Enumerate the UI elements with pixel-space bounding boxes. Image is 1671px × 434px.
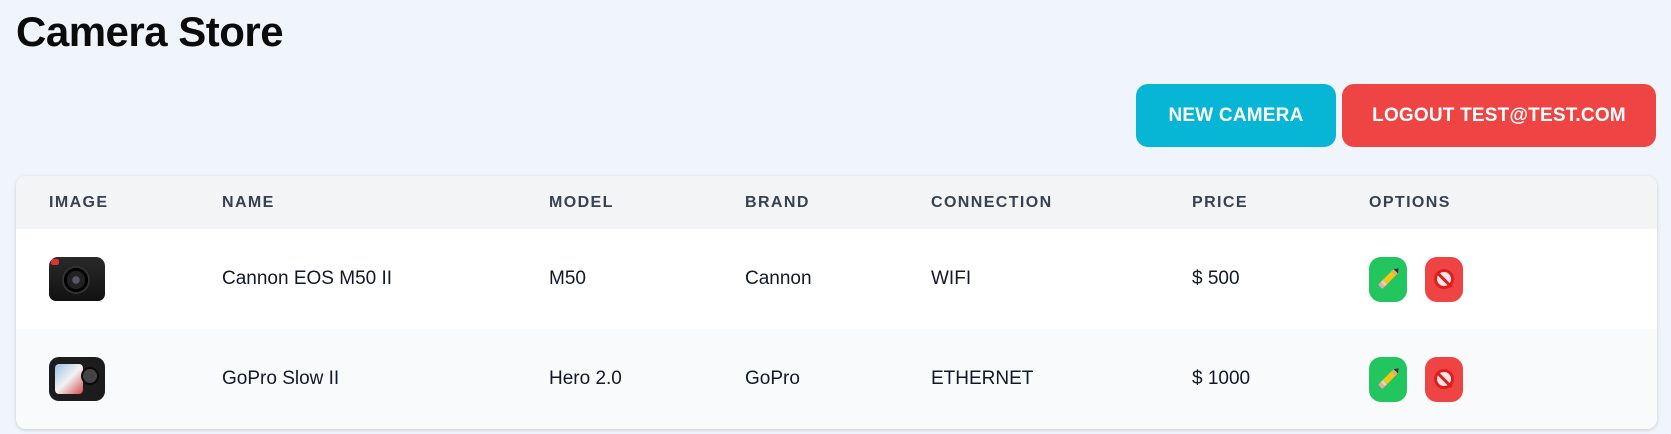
brand-cell: Cannon — [745, 268, 812, 289]
camera-table-card: IMAGE NAME MODEL BRAND CONNECTION PRICE … — [16, 176, 1657, 429]
table-row: Cannon EOS M50 II M50 Cannon WIFI $ 500 — [16, 229, 1657, 329]
ban-icon — [1434, 269, 1454, 289]
column-header-price: PRICE — [1192, 193, 1248, 211]
name-cell: GoPro Slow II — [222, 368, 340, 389]
page: Camera Store NEW CAMERA LOGOUT TEST@TEST… — [0, 0, 1671, 434]
options-cell — [1336, 329, 1657, 429]
column-header-name: NAME — [222, 193, 275, 211]
table-row: GoPro Slow II Hero 2.0 GoPro ETHERNET $ … — [16, 329, 1657, 429]
price-cell: $ 1000 — [1192, 368, 1251, 389]
column-header-connection: CONNECTION — [931, 193, 1053, 211]
options-cell — [1336, 229, 1657, 329]
column-header-options: OPTIONS — [1369, 193, 1451, 211]
image-cell — [16, 329, 189, 429]
table-header-row: IMAGE NAME MODEL BRAND CONNECTION PRICE … — [16, 176, 1657, 229]
logout-button[interactable]: LOGOUT TEST@TEST.COM — [1342, 84, 1656, 147]
new-camera-button[interactable]: NEW CAMERA — [1136, 84, 1336, 147]
delete-button[interactable] — [1425, 256, 1463, 302]
brand-cell: GoPro — [745, 368, 800, 389]
column-header-model: MODEL — [549, 193, 614, 211]
action-camera-thumbnail — [49, 357, 105, 401]
pencil-icon — [1378, 369, 1398, 389]
pencil-icon — [1378, 269, 1398, 289]
connection-cell: ETHERNET — [931, 368, 1034, 389]
image-cell — [16, 229, 189, 329]
dslr-camera-thumbnail — [49, 257, 105, 301]
delete-button[interactable] — [1425, 356, 1463, 402]
model-cell: M50 — [549, 268, 586, 289]
edit-button[interactable] — [1369, 356, 1407, 402]
column-header-brand: BRAND — [745, 193, 810, 211]
page-title: Camera Store — [16, 8, 284, 55]
name-cell: Cannon EOS M50 II — [222, 268, 393, 289]
camera-table: IMAGE NAME MODEL BRAND CONNECTION PRICE … — [16, 176, 1657, 429]
price-cell: $ 500 — [1192, 268, 1240, 289]
row-options — [1369, 356, 1657, 402]
edit-button[interactable] — [1369, 256, 1407, 302]
ban-icon — [1434, 369, 1454, 389]
model-cell: Hero 2.0 — [549, 368, 622, 389]
connection-cell: WIFI — [931, 268, 972, 289]
toolbar: NEW CAMERA LOGOUT TEST@TEST.COM — [1136, 84, 1656, 147]
column-header-image: IMAGE — [49, 193, 109, 211]
row-options — [1369, 256, 1657, 302]
